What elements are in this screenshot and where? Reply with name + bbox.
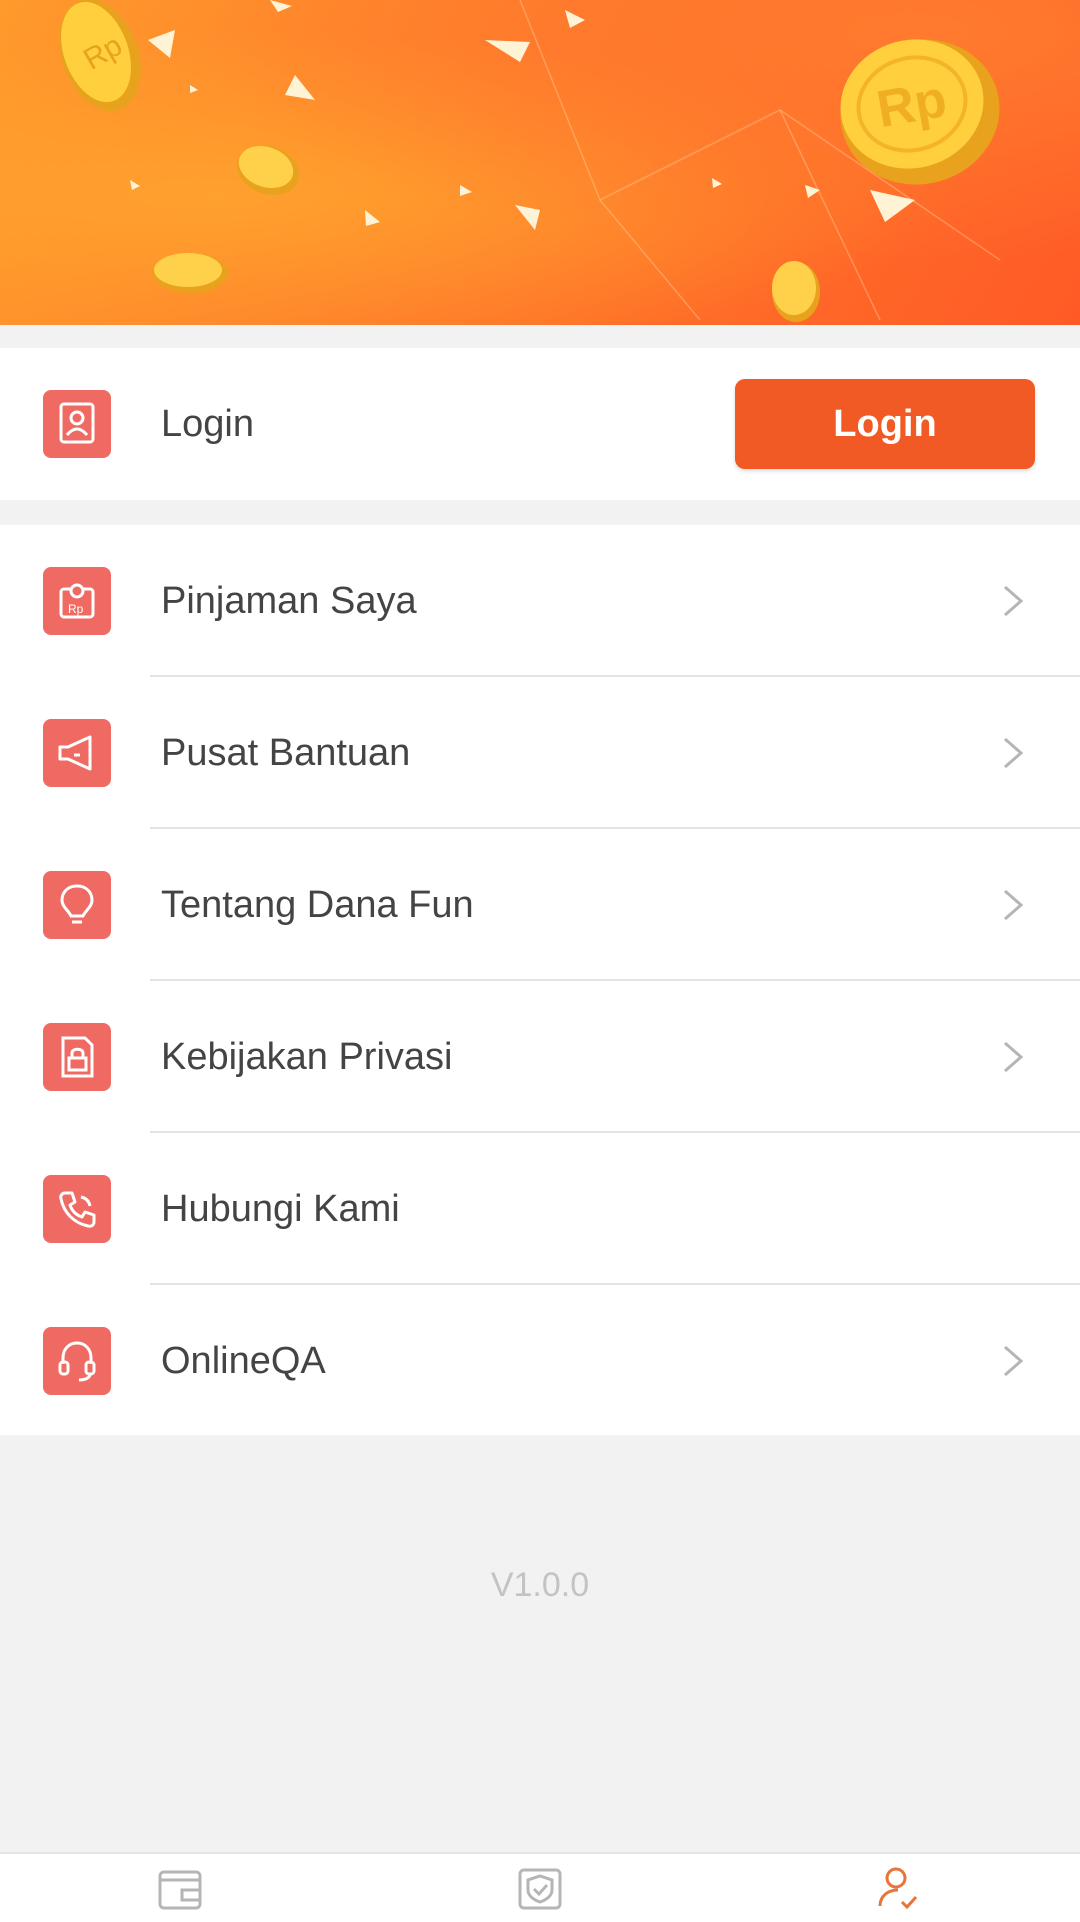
chevron-right-icon	[1004, 1041, 1024, 1073]
menu-label: Tentang Dana Fun	[161, 884, 474, 926]
tab-shield[interactable]	[510, 1864, 570, 1922]
menu-label: Kebijakan Privasi	[161, 1036, 453, 1078]
login-button[interactable]: Login	[735, 379, 1035, 469]
bottom-tab-bar	[0, 1852, 1080, 1922]
tab-wallet[interactable]	[150, 1864, 210, 1922]
shield-tab-icon	[518, 1868, 562, 1910]
menu-item-hubungi-kami[interactable]: Hubungi Kami	[0, 1133, 1080, 1285]
chevron-right-icon	[1004, 585, 1024, 617]
menu-label: Pusat Bantuan	[161, 732, 411, 774]
menu-item-pusat-bantuan[interactable]: Pusat Bantuan	[0, 677, 1080, 829]
coins-illustration: Rp Rp	[59, 0, 1001, 322]
menu-label: Pinjaman Saya	[161, 580, 417, 622]
chevron-right-icon	[1004, 1345, 1024, 1377]
tab-user[interactable]	[868, 1864, 928, 1922]
svg-text:Rp: Rp	[873, 70, 951, 139]
menu-item-kebijakan-privasi[interactable]: Kebijakan Privasi	[0, 981, 1080, 1133]
user-tab-icon	[878, 1867, 918, 1910]
menu-item-tentang-dana-fun[interactable]: Tentang Dana Fun	[0, 829, 1080, 981]
megaphone-icon	[43, 719, 111, 787]
privacy-lock-icon	[43, 1023, 111, 1091]
coin-icon: Rp	[59, 0, 141, 112]
svg-text:Rp: Rp	[68, 602, 84, 616]
version-label: V1.0.0	[490, 1566, 590, 1604]
menu-label: OnlineQA	[161, 1340, 326, 1382]
login-label: Login	[161, 403, 254, 445]
menu-list: Rp Pinjaman Saya Pusat Bantuan Tentang D…	[0, 525, 1080, 1435]
profile-card-icon	[43, 390, 111, 458]
chevron-right-icon	[1004, 889, 1024, 921]
headset-icon	[43, 1327, 111, 1395]
header-banner: Rp Rp	[0, 0, 1080, 325]
menu-label: Hubungi Kami	[161, 1188, 400, 1230]
chevron-right-icon	[1004, 737, 1024, 769]
login-row: Login Login	[0, 348, 1080, 500]
menu-item-onlineqa[interactable]: OnlineQA	[0, 1285, 1080, 1437]
wallet-tab-icon	[158, 1870, 202, 1910]
menu-item-pinjaman-saya[interactable]: Rp Pinjaman Saya	[0, 525, 1080, 677]
lightbulb-icon	[43, 871, 111, 939]
loan-document-icon: Rp	[43, 567, 111, 635]
phone-icon	[43, 1175, 111, 1243]
